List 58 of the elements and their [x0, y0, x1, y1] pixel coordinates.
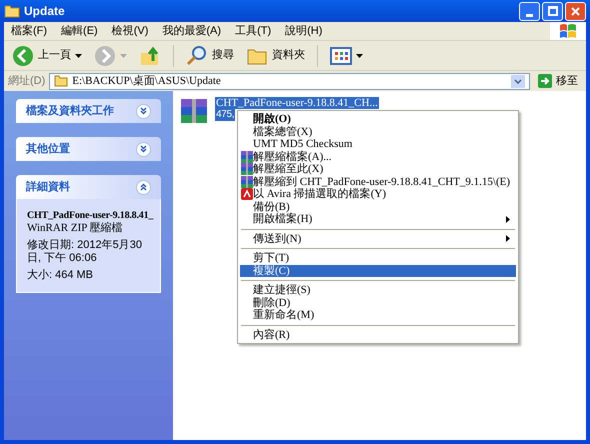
close-button[interactable]: [565, 2, 586, 20]
search-icon: [186, 44, 208, 66]
go-button[interactable]: 移至: [534, 72, 582, 90]
folder-icon: [4, 4, 20, 18]
menu-item[interactable]: 檢視(V): [104, 22, 156, 40]
menu-item[interactable]: 重新命名(M): [240, 309, 516, 322]
menu-item[interactable]: 工具(T): [228, 22, 278, 40]
file-size: 大小: 464 MB: [27, 269, 94, 282]
address-field[interactable]: E:\BACKUP\桌面\ASUS\Update: [49, 72, 530, 90]
menu-item[interactable]: 開啟檔案(H): [240, 213, 516, 226]
file-size: 475,: [215, 109, 236, 121]
collapse-icon[interactable]: [136, 180, 151, 194]
archive-icon: [240, 176, 252, 188]
folder-icon: [54, 75, 68, 87]
menu-item[interactable]: 檔案總管(X): [240, 126, 516, 138]
arrow-icon: [538, 74, 552, 88]
menu-item[interactable]: 建立捷徑(S): [240, 284, 516, 296]
dropdown-icon[interactable]: [511, 74, 525, 88]
expand-icon[interactable]: [136, 104, 151, 118]
dropdown-icon: [356, 54, 363, 58]
dropdown-icon: [120, 54, 127, 58]
views-icon: [330, 46, 352, 64]
address-label: 網址(D): [8, 74, 46, 89]
windows-logo-icon: [550, 22, 586, 40]
menu-item[interactable]: 內容(R): [240, 328, 516, 341]
minimize-button[interactable]: [519, 2, 540, 20]
archive-icon: [240, 163, 252, 176]
back-button[interactable]: 上一頁: [8, 42, 86, 68]
archive-icon: [240, 150, 252, 163]
menu-item[interactable]: 我的最愛(A): [155, 22, 228, 40]
menu-item[interactable]: 備份(B): [240, 200, 516, 213]
menu-item[interactable]: 檔案(F): [4, 22, 54, 40]
panel-header[interactable]: 其他位置: [16, 137, 161, 161]
folder-up-icon: [139, 44, 161, 66]
menu-item[interactable]: 編輯(E): [54, 22, 105, 40]
menu-item[interactable]: 傳送到(N): [240, 232, 516, 245]
close-icon: [570, 6, 581, 16]
dropdown-icon: [75, 54, 82, 58]
menu-item[interactable]: 以 Avira 掃描選取的檔案(Y): [240, 188, 516, 200]
menu-item[interactable]: UMT MD5 Checksum: [240, 138, 516, 150]
menu-item[interactable]: 解壓縮到 CHT_PadFone-user-9.18.8.41_CHT_9.1.15\(E): [240, 176, 516, 188]
maximize-button[interactable]: [542, 2, 563, 20]
window-title: Update: [24, 3, 65, 20]
file-type: WinRAR ZIP 壓縮檔: [27, 222, 124, 235]
folders-button[interactable]: 資料夾: [242, 42, 309, 68]
menu-item[interactable]: 解壓縮至此(X): [240, 163, 516, 176]
menu-item[interactable]: 複製(C): [240, 264, 516, 277]
menu-item[interactable]: 刪除(D): [240, 296, 516, 309]
panel-header[interactable]: 檔案及資料夾工作: [16, 99, 161, 123]
menu-item[interactable]: 剪下(T): [240, 252, 516, 264]
search-button[interactable]: 搜尋: [182, 42, 238, 68]
modified-date: 修改日期: 2012年5月30日, 下午 06:06: [27, 239, 143, 265]
expand-icon[interactable]: [136, 142, 151, 156]
menu-item[interactable]: 解壓縮檔案(A)...: [240, 150, 516, 163]
menu-item[interactable]: 說明(H): [278, 22, 330, 40]
file-name[interactable]: CHT_PadFone-user-9.18.8.41_CH...: [215, 97, 379, 109]
menu-item[interactable]: 開啟(O): [240, 113, 516, 126]
panel-header[interactable]: 詳細資料: [16, 175, 161, 199]
